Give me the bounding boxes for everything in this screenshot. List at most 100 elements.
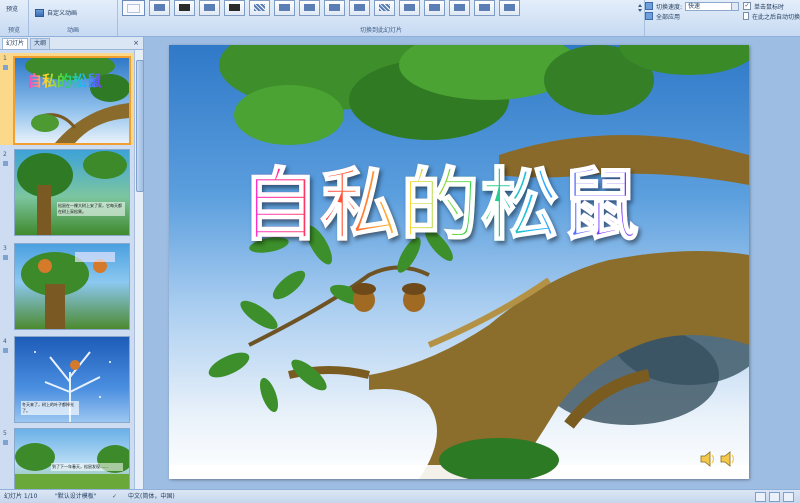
transition-wipe-up[interactable] (349, 0, 370, 16)
slide-thumbnail-4[interactable]: 4 冬天来了，树上的叶子都掉光了。 (0, 336, 134, 428)
transition-cut-black[interactable] (224, 0, 245, 16)
slide-thumbnail-3[interactable]: 3 (0, 243, 134, 335)
view-buttons (755, 492, 794, 502)
slide-number: 5 (3, 430, 7, 437)
push-right-icon (454, 4, 465, 11)
push-left-icon (429, 4, 440, 11)
transition-speed-value: 快速 (688, 2, 701, 10)
slide-thumbnail-2[interactable]: 2 松鼠在一棵大树上安了家，它每天都在树上采松果。 (0, 149, 134, 241)
pane-scrollbar[interactable] (134, 50, 144, 489)
transition-fade-black[interactable] (174, 0, 195, 16)
animation-marker-icon (3, 440, 8, 445)
preview-group-label: 预览 (7, 27, 20, 34)
spellcheck-icon[interactable]: ✓ (112, 490, 117, 503)
custom-animation-label: 自定义动画 (47, 10, 78, 17)
slide-thumbnail-title: 自私的松鼠 (27, 72, 103, 90)
animation-icon (35, 8, 44, 17)
preview-group: 预览 预览 (0, 0, 29, 36)
squirrel-scene-illustration (21, 252, 115, 329)
auto-after-label: 在此之后自动切换 (751, 13, 800, 21)
animation-marker-icon (3, 348, 8, 353)
speed-icon (645, 2, 653, 10)
spring-scene-illustration (15, 443, 129, 489)
animation-marker-icon (3, 65, 8, 70)
tree-illustration (17, 151, 127, 235)
sound-icon[interactable] (699, 449, 739, 469)
transition-checker[interactable] (374, 0, 395, 16)
tree-illustration (169, 45, 749, 479)
gallery-scroll[interactable] (638, 2, 643, 16)
scroll-down-icon[interactable] (638, 9, 642, 12)
blank-slide-icon (127, 4, 140, 13)
slide-preview: 冬天来了，树上的叶子都掉光了。 (14, 336, 130, 423)
slide-editing-area: 自私的松鼠 (144, 37, 800, 489)
animation-group-label: 动画 (66, 27, 79, 34)
theme-name: "默认设计模板" (55, 493, 97, 500)
slide-thumbnail-caption: 冬天来了，树上的叶子都掉光了。 (21, 401, 79, 415)
slide-thumbnail-5[interactable]: 5 到了下一年春天，松鼠发现…… (0, 428, 134, 489)
wipe-left-icon (304, 4, 315, 11)
current-slide[interactable]: 自私的松鼠 (169, 45, 749, 479)
transition-wipe-left[interactable] (299, 0, 320, 16)
preview-button[interactable]: 预览 (6, 4, 18, 13)
animation-marker-icon (3, 255, 8, 260)
slide-number: 2 (3, 151, 7, 158)
transition-fade[interactable] (149, 0, 170, 16)
slide-counter: 幻灯片 1/10 (4, 493, 38, 500)
on-click-checkbox[interactable]: ✓ (743, 2, 751, 10)
slide-preview: 自私的松鼠 (13, 56, 131, 145)
slideshow-view-icon[interactable] (783, 492, 794, 502)
transition-speed-label: 切换速度: (656, 3, 683, 11)
uncover-icon (504, 4, 515, 11)
checker-icon (379, 4, 390, 11)
transition-gallery (122, 0, 520, 18)
fade-icon (154, 4, 165, 11)
wipe-right-icon (329, 4, 340, 11)
transition-wipe-down[interactable] (274, 0, 295, 16)
close-icon[interactable]: × (133, 38, 139, 48)
transition-push-right[interactable] (449, 0, 470, 16)
transition-push-down[interactable] (399, 0, 420, 16)
slide-number: 4 (3, 338, 7, 345)
slide-thumbnail-caption: 松鼠在一棵大树上安了家，它每天都在树上采松果。 (57, 202, 125, 216)
apply-all-icon (645, 12, 653, 20)
slide-preview: 松鼠在一棵大树上安了家，它每天都在树上采松果。 (14, 149, 130, 236)
auto-after-checkbox[interactable] (743, 12, 749, 20)
dissolve-icon (254, 4, 265, 11)
slide-sorter-view-icon[interactable] (769, 492, 780, 502)
animation-marker-icon (3, 161, 8, 166)
scrollbar-thumb[interactable] (136, 60, 144, 192)
custom-animation-button[interactable]: 自定义动画 (35, 8, 77, 17)
chevron-down-icon (731, 2, 739, 10)
status-bar: 幻灯片 1/10 "默认设计模板" ✓ 中文(简体，中国) (0, 489, 800, 503)
cover-icon (479, 4, 490, 11)
slide-number: 3 (3, 245, 7, 252)
normal-view-icon[interactable] (755, 492, 766, 502)
slide-pane: 幻灯片 大纲 × 1 自私的松鼠 2 松鼠在一棵大树上安了家，它每天都在树上采松… (0, 37, 144, 489)
slide-title[interactable]: 自私的松鼠 (240, 143, 641, 255)
transition-push-left[interactable] (424, 0, 445, 16)
language-indicator: 中文(简体，中国) (128, 493, 175, 500)
transition-cut[interactable] (199, 0, 220, 16)
transition-dissolve[interactable] (249, 0, 270, 16)
transition-uncover[interactable] (499, 0, 520, 16)
transition-wipe-right[interactable] (324, 0, 345, 16)
wipe-down-icon (279, 4, 290, 11)
transition-none[interactable] (122, 0, 145, 16)
slide-preview (14, 243, 130, 330)
transition-group-label: 切换到此幻灯片 (359, 27, 402, 34)
cut-icon (204, 4, 215, 11)
transition-speed-select[interactable]: 快速 (685, 1, 740, 11)
transition-cover[interactable] (474, 0, 495, 16)
tab-outline[interactable]: 大纲 (30, 38, 51, 49)
ribbon: 预览 预览 自定义动画 动画 切换到此幻灯片 切换速度: 快速 全部应用 ✓ 单… (0, 0, 800, 37)
tab-slides[interactable]: 幻灯片 (2, 38, 29, 49)
push-down-icon (404, 4, 415, 11)
pane-tabs: 幻灯片 大纲 × (0, 37, 143, 50)
apply-all-button[interactable]: 全部应用 (656, 12, 680, 21)
scroll-up-icon[interactable] (638, 4, 642, 7)
slide-number: 1 (3, 55, 7, 62)
wipe-up-icon (354, 4, 365, 11)
cut-black-icon (229, 4, 240, 11)
slide-thumbnail-1[interactable]: 1 自私的松鼠 (0, 53, 134, 145)
